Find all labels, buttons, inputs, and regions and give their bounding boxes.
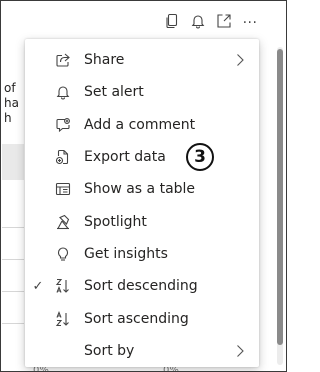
visual-header-toolbar: ··· — [159, 11, 263, 35]
comment-icon — [55, 117, 71, 133]
more-options-button[interactable]: ··· — [237, 11, 263, 35]
menu-item-label: Spotlight — [84, 213, 147, 230]
menu-item-set-alert[interactable]: Set alert — [25, 76, 259, 108]
menu-item-show-as-table[interactable]: Show as a table — [25, 173, 259, 205]
divider — [2, 259, 24, 260]
menu-item-label: Add a comment — [84, 116, 196, 133]
scrollbar-thumb[interactable] — [277, 49, 283, 345]
menu-item-spotlight[interactable]: Spotlight — [25, 205, 259, 237]
copy-visual-button[interactable] — [159, 11, 185, 35]
menu-item-label: Sort ascending — [84, 310, 189, 327]
bg-text-fragment: ha — [4, 96, 19, 110]
menu-item-label: Get insights — [84, 245, 168, 262]
menu-item-label: Sort descending — [84, 278, 198, 295]
focus-mode-icon — [216, 13, 232, 33]
chevron-right-icon — [235, 53, 245, 67]
menu-item-label: Export data — [84, 149, 166, 166]
divider — [2, 323, 24, 324]
menu-item-label: Show as a table — [84, 181, 196, 198]
chevron-right-icon — [235, 344, 245, 358]
copy-visual-icon — [164, 13, 180, 33]
sort-az-icon — [55, 310, 71, 327]
menu-item-share[interactable]: Share — [25, 44, 259, 76]
menu-item-label: Share — [84, 52, 125, 69]
menu-item-sort-ascending[interactable]: Sort ascending — [25, 302, 259, 334]
context-menu: Share Set alert Add a comment Export dat… — [25, 39, 259, 367]
bg-table-row — [2, 144, 24, 180]
report-canvas: of ha h 0% 0% ··· Share Set alert Add a … — [0, 0, 287, 372]
menu-item-add-comment[interactable]: Add a comment — [25, 109, 259, 141]
step-number-badge: 3 — [186, 143, 214, 171]
set-alert-button[interactable] — [185, 11, 211, 35]
menu-item-export-data[interactable]: Export data — [25, 141, 259, 173]
sort-za-icon — [55, 278, 71, 294]
alert-bell-icon — [190, 13, 206, 33]
menu-item-sort-by[interactable]: Sort by — [25, 335, 259, 367]
bg-text-fragment: of — [4, 81, 16, 95]
menu-item-label: Sort by — [84, 342, 135, 359]
focus-mode-button[interactable] — [211, 11, 237, 35]
table-icon — [55, 181, 71, 197]
bg-text-fragment: h — [4, 111, 12, 125]
checkmark-icon: ✓ — [32, 278, 44, 294]
spotlight-icon — [55, 214, 71, 230]
divider — [2, 291, 24, 292]
divider — [2, 227, 24, 228]
menu-item-label: Set alert — [84, 84, 144, 101]
lightbulb-icon — [55, 246, 71, 262]
share-icon — [55, 52, 71, 68]
export-data-icon — [55, 149, 71, 165]
menu-item-get-insights[interactable]: Get insights — [25, 238, 259, 270]
menu-item-sort-descending[interactable]: ✓ Sort descending — [25, 270, 259, 302]
bell-icon — [55, 84, 71, 100]
